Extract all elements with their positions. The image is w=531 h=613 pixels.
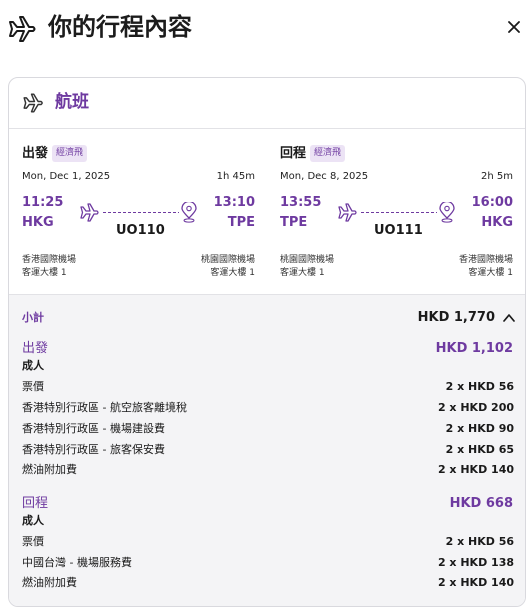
fee-name: 票價 — [22, 535, 44, 548]
leg-direction: 出發 — [22, 146, 49, 161]
flight-number: UO110 — [116, 223, 165, 238]
passenger-type: 成人 — [22, 514, 44, 527]
outbound-price-title: 出發 — [22, 341, 49, 356]
fee-name: 燃油附加費 — [22, 463, 77, 476]
fee-value: 2 x HKD 90 — [445, 422, 514, 435]
map-pin-icon — [439, 202, 455, 223]
leg-duration: 1h 45m — [216, 171, 255, 182]
arrive-terminal: 客運大樓 1 — [468, 268, 513, 278]
outbound-price-total: HKD 1,102 — [435, 341, 513, 356]
fee-row: 香港特別行政區 - 機場建設費 2 x HKD 90 — [22, 421, 514, 437]
price-summary: 小計 HKD 1,770 出發 HKD 1,102 成人 票價 2 x HKD … — [9, 294, 525, 606]
fee-name: 香港特別行政區 - 航空旅客離境稅 — [22, 401, 187, 414]
return-leg: 回程 經濟飛 Mon, Dec 8, 2025 2h 5m 13:55 TPE … — [267, 130, 525, 294]
flight-number: UO111 — [374, 223, 423, 238]
fee-name: 票價 — [22, 380, 44, 393]
arrive-time: 16:00 — [471, 195, 513, 210]
page-title: 你的行程內容 — [48, 13, 192, 41]
depart-terminal: 客運大樓 1 — [22, 268, 67, 278]
arrive-time: 13:10 — [213, 195, 255, 210]
outbound-leg: 出發 經濟飛 Mon, Dec 1, 2025 1h 45m 11:25 HKG… — [9, 130, 267, 294]
flight-section-title: 航班 — [55, 92, 89, 112]
airplane-icon — [23, 93, 43, 113]
depart-airport: 香港國際機場 — [22, 255, 77, 265]
leg-direction: 回程 — [280, 146, 307, 161]
fee-name: 燃油附加費 — [22, 576, 77, 589]
fee-value: 2 x HKD 56 — [445, 380, 514, 393]
arrive-code: HKG — [481, 215, 513, 230]
fee-row: 票價 2 x HKD 56 — [22, 534, 514, 550]
flight-card: 航班 出發 經濟飛 Mon, Dec 1, 2025 1h 45m 11:25 … — [8, 77, 526, 607]
return-price-title: 回程 — [22, 496, 49, 511]
subtotal-value[interactable]: HKD 1,770 — [418, 309, 495, 327]
fee-name: 中國台灣 - 機場服務費 — [22, 556, 132, 569]
cabin-badge: 經濟飛 — [310, 145, 346, 162]
fee-row: 票價 2 x HKD 56 — [22, 379, 514, 395]
depart-code: TPE — [280, 215, 308, 230]
arrive-airport: 香港國際機場 — [458, 255, 513, 265]
return-price-total: HKD 668 — [449, 496, 513, 511]
depart-terminal: 客運大樓 1 — [280, 268, 325, 278]
arrive-airport: 桃園國際機場 — [200, 255, 255, 265]
depart-time: 11:25 — [22, 195, 64, 210]
arrive-code: TPE — [227, 215, 255, 230]
leg-date: Mon, Dec 1, 2025 — [22, 171, 111, 182]
fee-value: 2 x HKD 200 — [437, 401, 514, 414]
route-line — [80, 202, 197, 223]
fee-row: 燃油附加費 2 x HKD 140 — [22, 575, 514, 591]
fee-row: 燃油附加費 2 x HKD 140 — [22, 462, 514, 478]
arrive-terminal: 客運大樓 1 — [210, 268, 255, 278]
subtotal-label: 小計 — [22, 311, 44, 324]
depart-code: HKG — [22, 215, 54, 230]
passenger-type: 成人 — [22, 359, 44, 372]
chevron-up-icon[interactable] — [503, 313, 515, 323]
fee-value: 2 x HKD 138 — [437, 556, 514, 569]
depart-airport: 桃園國際機場 — [280, 255, 335, 265]
itinerary-header: 你的行程內容 — [0, 0, 531, 60]
fee-value: 2 x HKD 65 — [445, 443, 514, 456]
airplane-icon — [338, 203, 357, 222]
fee-value: 2 x HKD 140 — [437, 576, 514, 589]
fee-value: 2 x HKD 56 — [445, 535, 514, 548]
fee-name: 香港特別行政區 - 旅客保安費 — [22, 443, 165, 456]
airplane-icon — [80, 203, 99, 222]
fee-row: 香港特別行政區 - 旅客保安費 2 x HKD 65 — [22, 442, 514, 458]
depart-time: 13:55 — [280, 195, 322, 210]
fee-row: 中國台灣 - 機場服務費 2 x HKD 138 — [22, 555, 514, 571]
fee-name: 香港特別行政區 - 機場建設費 — [22, 422, 165, 435]
map-pin-icon — [181, 202, 197, 223]
leg-duration: 2h 5m — [481, 171, 513, 182]
route-line — [338, 202, 455, 223]
close-icon[interactable] — [506, 19, 522, 35]
fee-row: 香港特別行政區 - 航空旅客離境稅 2 x HKD 200 — [22, 400, 514, 416]
flight-card-header: 航班 — [9, 78, 525, 129]
leg-date: Mon, Dec 8, 2025 — [280, 171, 369, 182]
cabin-badge: 經濟飛 — [52, 145, 88, 162]
fee-value: 2 x HKD 140 — [437, 463, 514, 476]
airplane-icon — [9, 16, 36, 42]
